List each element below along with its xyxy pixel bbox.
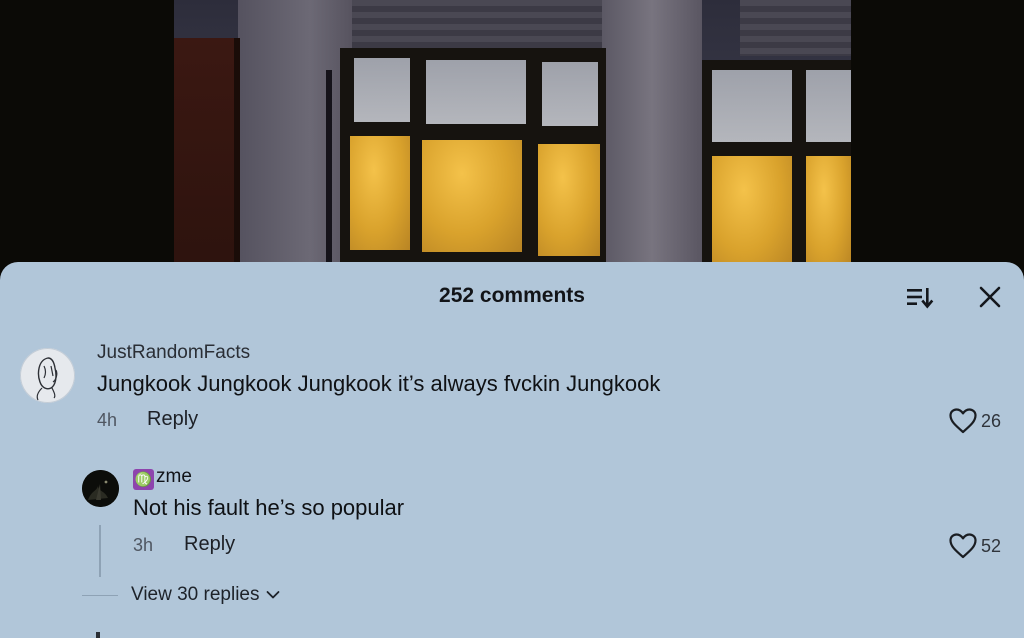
window-blind (352, 0, 602, 48)
reply-username[interactable]: ♍ zme (133, 466, 192, 490)
view-replies-line (82, 595, 118, 596)
avatar[interactable] (82, 470, 119, 507)
door (174, 38, 238, 300)
reply-button[interactable]: Reply (147, 408, 198, 431)
sort-icon (907, 288, 934, 309)
avatar-sketch (20, 348, 75, 403)
view-replies-label: View 30 replies (131, 584, 260, 605)
heart-icon (949, 408, 977, 434)
chevron-down-icon (266, 591, 279, 599)
close-icon (979, 286, 1001, 308)
window-right (702, 60, 851, 270)
comment-time: 4h (97, 410, 118, 430)
video-frame (174, 0, 851, 300)
view-replies-button[interactable]: View 30 replies (131, 584, 280, 606)
virgo-icon: ♍ (133, 469, 154, 490)
reply-item: ♍ zme Not his fault he’s so popular 3h Re… (0, 466, 1024, 576)
comment-username[interactable]: JustRandomFacts (97, 342, 250, 364)
avatar-image (82, 470, 119, 507)
window-pane (426, 60, 526, 124)
window-pane (538, 144, 600, 256)
like-count: 26 (981, 410, 1002, 431)
close-button[interactable] (973, 280, 1007, 314)
window-pane (712, 156, 792, 270)
sheet-header: 252 comments (0, 262, 1024, 328)
thread-line (99, 525, 101, 577)
comments-sheet: 252 comments JustRandomFacts Jungkook Ju… (0, 262, 1024, 638)
window-pane (354, 58, 410, 122)
window-pane (806, 70, 851, 142)
window-pane (542, 62, 598, 126)
window-left (340, 48, 606, 262)
reply-text: Not his fault he’s so popular (133, 495, 405, 520)
next-comment-peek (96, 632, 100, 638)
window-pane (806, 156, 851, 270)
like-count: 52 (981, 535, 1002, 556)
window-pane (350, 136, 410, 250)
comment-text: Jungkook Jungkook Jungkook it’s always f… (97, 371, 661, 396)
avatar[interactable] (20, 348, 75, 403)
comments-count-title: 252 comments (439, 284, 585, 307)
window-pane (712, 70, 792, 142)
column (602, 0, 702, 300)
window-blind (740, 0, 851, 56)
window-pane (422, 140, 522, 252)
app-stage: 252 comments JustRandomFacts Jungkook Ju… (0, 0, 1024, 638)
sort-button[interactable] (903, 280, 937, 314)
reply-username-text: zme (156, 466, 192, 487)
door-edge (234, 38, 240, 300)
comment-item: JustRandomFacts Jungkook Jungkook Jungko… (0, 342, 1024, 442)
reply-button[interactable]: Reply (184, 533, 235, 556)
reply-time: 3h (133, 535, 154, 555)
like-button[interactable]: 52 (949, 533, 1001, 559)
video-player[interactable] (0, 0, 1024, 300)
like-button[interactable]: 26 (949, 408, 1001, 434)
heart-icon (949, 533, 977, 559)
